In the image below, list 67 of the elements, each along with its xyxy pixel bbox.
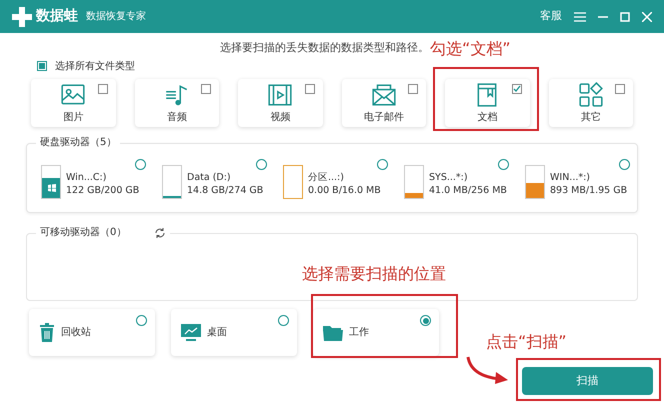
file-type-label: 电子邮件	[364, 110, 404, 125]
checkbox[interactable]	[304, 84, 314, 94]
radio-button[interactable]	[136, 315, 147, 326]
file-type-label: 音频	[166, 110, 187, 125]
envelope-icon	[370, 82, 397, 108]
file-type-card[interactable]: 其它	[548, 79, 633, 127]
file-type-label: 文档	[477, 110, 498, 125]
heading: 选择要扫描的丢失数据的数据类型和路径。	[220, 40, 429, 56]
checkbox[interactable]	[201, 84, 211, 94]
removable-drive-title: 可移动驱动器（0）	[40, 226, 126, 240]
select-all-checkbox[interactable]	[37, 61, 47, 71]
annotation-text: 点击“扫描”	[486, 331, 567, 353]
file-type-label: 视频	[270, 110, 290, 125]
drive-name: Data (D:)	[187, 171, 232, 184]
drive-name: WIN...*:)	[550, 171, 592, 184]
file-type-card[interactable]: 音频	[134, 79, 219, 127]
file-type-card[interactable]: 文档	[445, 79, 530, 127]
monitor-icon	[181, 324, 201, 342]
hard-drive-title: 硬盘驱动器（5）	[36, 135, 120, 150]
app-subtitle: 数据恢复专家	[86, 10, 146, 24]
checkbox[interactable]	[408, 84, 418, 94]
annotation-arrow	[466, 355, 510, 385]
select-all-label: 选择所有文件类型	[55, 60, 135, 74]
support-link[interactable]: 客服	[540, 8, 562, 25]
radio-button[interactable]	[278, 315, 289, 326]
refresh-icon[interactable]	[154, 226, 166, 238]
maximize-icon[interactable]	[620, 12, 630, 22]
radio-button[interactable]	[377, 159, 388, 170]
file-type-label: 其它	[580, 110, 601, 125]
drive-name: SYS...*:)	[429, 171, 469, 184]
drive-name: Win...C:)	[66, 171, 108, 184]
checkbox[interactable]	[615, 84, 625, 94]
location-card[interactable]: 回收站	[29, 309, 155, 356]
trash-icon	[39, 323, 55, 342]
location-label: 桌面	[207, 326, 227, 340]
checkbox[interactable]	[98, 84, 108, 94]
checkbox[interactable]	[512, 84, 522, 94]
radio-button[interactable]	[256, 159, 267, 170]
location-card[interactable]: 桌面	[171, 309, 297, 356]
scan-button[interactable]: 扫描	[522, 367, 653, 395]
film-icon	[267, 82, 294, 108]
shapes-icon	[578, 82, 604, 108]
radio-button[interactable]	[619, 159, 630, 170]
file-type-card[interactable]: 电子邮件	[342, 79, 426, 127]
app-name: 数据蛙	[36, 7, 78, 26]
radio-button[interactable]	[420, 315, 431, 326]
drive-usage: 893 MB/1.95 GB	[550, 184, 628, 197]
music-icon	[164, 82, 190, 108]
plus-logo-icon	[12, 6, 32, 26]
radio-button[interactable]	[498, 159, 509, 170]
file-type-label: 图片	[63, 110, 84, 125]
file-type-card[interactable]: 视频	[238, 79, 322, 127]
drive-usage: 41.0 MB/256 MB	[429, 184, 507, 197]
location-label: 工作	[349, 326, 369, 340]
annotation-text: 选择需要扫描的位置	[302, 263, 446, 285]
drive-name: 分区...:)	[308, 171, 345, 184]
radio-button[interactable]	[135, 159, 146, 170]
drive-usage: 14.8 GB/274 GB	[187, 184, 264, 197]
close-icon[interactable]	[642, 12, 652, 22]
location-label: 回收站	[61, 326, 91, 340]
file-type-card[interactable]: 图片	[31, 79, 116, 127]
annotation-text: 勾选“文档”	[430, 38, 511, 60]
drive-usage: 122 GB/200 GB	[66, 184, 140, 197]
location-card[interactable]: 工作	[313, 309, 439, 356]
menu-icon[interactable]	[574, 12, 586, 22]
folder-icon	[323, 324, 343, 340]
drive-usage: 0.00 B/16.0 MB	[308, 184, 381, 197]
